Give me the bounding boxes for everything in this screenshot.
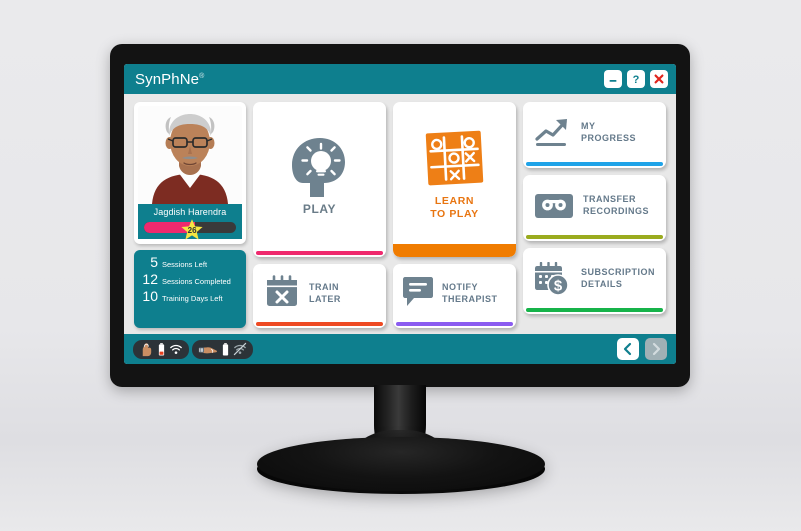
screenshot-stage: SynPhNe® ? Jagdish Harendra 26 5 Session… (0, 0, 801, 531)
back-button[interactable] (617, 338, 639, 360)
battery-full-icon (222, 342, 229, 355)
progress-bar-wrap: 26 (138, 218, 242, 242)
tile-learn-to-play-accent (393, 244, 516, 257)
tile-learn-to-play-label: LEARN TO PLAY (430, 195, 479, 221)
tile-subscription-details[interactable]: $ SUBSCRIPTION DETAILS (523, 248, 666, 314)
tile-my-progress-line1: MY (581, 121, 596, 132)
monitor-bezel: SynPhNe® ? Jagdish Harendra 26 5 Session… (110, 44, 690, 387)
close-icon (654, 74, 664, 84)
device-status-groups (133, 339, 253, 359)
profile-card[interactable]: Jagdish Harendra 26 (134, 102, 246, 244)
navigation-buttons (617, 338, 667, 360)
battery-low-icon (158, 342, 165, 355)
svg-text:?: ? (633, 74, 640, 86)
tile-train-later-line2: LATER (309, 294, 341, 304)
profile-panel: Jagdish Harendra 26 5 Sessions Left 12 S… (134, 102, 246, 328)
tile-column-right: MY PROGRESS TRANSFER RECORDINGS $ SUBSCR… (523, 102, 666, 328)
app-logo: SynPhNe® (135, 71, 204, 88)
tile-subscription-details-accent (526, 308, 663, 312)
tile-column-left: PLAY TRAIN LATER (253, 102, 386, 328)
tile-train-later-line1: TRAIN (309, 282, 339, 293)
tile-grid: PLAY TRAIN LATER LEARN TO PLAY NOTIFY TH… (253, 102, 666, 328)
device-status-arm[interactable] (192, 339, 253, 359)
tile-notify-therapist[interactable]: NOTIFY THERAPIST (393, 264, 516, 328)
speech-bubble-icon (401, 276, 435, 313)
tile-subscription-details-line1: SUBSCRIPTION (581, 267, 656, 278)
title-bar: SynPhNe® ? (124, 64, 676, 94)
tile-play-label: PLAY (302, 202, 337, 216)
tile-transfer-recordings-line2: RECORDINGS (583, 206, 650, 216)
head-lightbulb-icon (290, 135, 350, 197)
tile-notify-therapist-line2: THERAPIST (442, 294, 498, 304)
forward-button[interactable] (645, 338, 667, 360)
avatar (138, 106, 242, 204)
level-badge-value: 26 (187, 225, 197, 235)
tile-my-progress[interactable]: MY PROGRESS (523, 102, 666, 168)
app-logo-trademark: ® (199, 72, 205, 80)
status-bar (124, 334, 676, 364)
stat-label: Sessions Left (162, 260, 208, 269)
stat-label: Sessions Completed (162, 277, 231, 286)
tile-notify-therapist-accent (396, 322, 513, 326)
level-badge: 26 (180, 218, 205, 242)
tile-learn-to-play-line2: TO PLAY (430, 208, 479, 220)
svg-text:$: $ (554, 278, 563, 295)
tile-train-later-accent (256, 322, 383, 326)
stat-value: 10 (142, 288, 158, 304)
wifi-connected-icon (170, 344, 182, 354)
app-logo-text: SynPhNe (135, 70, 200, 88)
stat-row: 5 Sessions Left (140, 255, 240, 269)
stat-label: Training Days Left (162, 294, 223, 303)
tile-column-middle: LEARN TO PLAY NOTIFY THERAPIST (393, 102, 516, 328)
tile-learn-to-play[interactable]: LEARN TO PLAY (393, 102, 516, 257)
monitor-screen: SynPhNe® ? Jagdish Harendra 26 5 Session… (124, 64, 676, 364)
tile-subscription-details-label: SUBSCRIPTION DETAILS (581, 267, 655, 290)
tile-learn-to-play-line1: LEARN (434, 195, 475, 208)
synphne-app-window: SynPhNe® ? Jagdish Harendra 26 5 Session… (124, 64, 676, 364)
tile-play-accent (256, 251, 383, 255)
tile-my-progress-line2: PROGRESS (581, 133, 637, 143)
tile-transfer-recordings[interactable]: TRANSFER RECORDINGS (523, 175, 666, 241)
help-button[interactable]: ? (627, 70, 645, 88)
avatar-portrait-icon (138, 106, 242, 204)
main-content: Jagdish Harendra 26 5 Sessions Left 12 S… (124, 94, 676, 334)
cassette-tape-icon (534, 192, 574, 220)
tile-my-progress-accent (526, 162, 663, 166)
stat-value: 12 (142, 271, 158, 287)
tile-train-later-label: TRAIN LATER (309, 282, 341, 305)
tile-play[interactable]: PLAY (253, 102, 386, 257)
question-mark-icon: ? (633, 74, 640, 86)
hand-glove-icon (142, 342, 152, 356)
wifi-disconnected-icon (233, 342, 247, 356)
tile-train-later[interactable]: TRAIN LATER (253, 264, 386, 328)
profile-name: Jagdish Harendra (138, 204, 242, 219)
chart-arrow-up-icon (534, 116, 572, 150)
minimize-button[interactable] (604, 70, 622, 88)
tile-notify-therapist-label: NOTIFY THERAPIST (442, 282, 498, 305)
device-status-hand[interactable] (133, 339, 189, 359)
chevron-left-icon (623, 342, 632, 356)
window-controls: ? (604, 70, 668, 88)
stat-value: 5 (150, 254, 158, 270)
stat-row: 12 Sessions Completed (140, 272, 240, 286)
calendar-x-icon (265, 275, 299, 313)
tile-transfer-recordings-line1: TRANSFER (583, 194, 636, 205)
tile-transfer-recordings-accent (526, 235, 663, 239)
tile-subscription-details-line2: DETAILS (581, 279, 623, 289)
minimize-icon (609, 80, 617, 82)
calendar-dollar-icon: $ (534, 262, 572, 296)
chevron-right-icon (652, 342, 661, 356)
tic-tac-toe-icon (424, 130, 486, 190)
tile-notify-therapist-line1: NOTIFY (442, 282, 478, 293)
close-button[interactable] (650, 70, 668, 88)
forearm-band-icon (198, 346, 217, 353)
tile-transfer-recordings-label: TRANSFER RECORDINGS (583, 194, 649, 217)
stats-card: 5 Sessions Left 12 Sessions Completed 10… (134, 250, 246, 328)
monitor-stand-base (257, 437, 545, 491)
stat-row: 10 Training Days Left (140, 289, 240, 303)
tile-my-progress-label: MY PROGRESS (581, 121, 636, 144)
